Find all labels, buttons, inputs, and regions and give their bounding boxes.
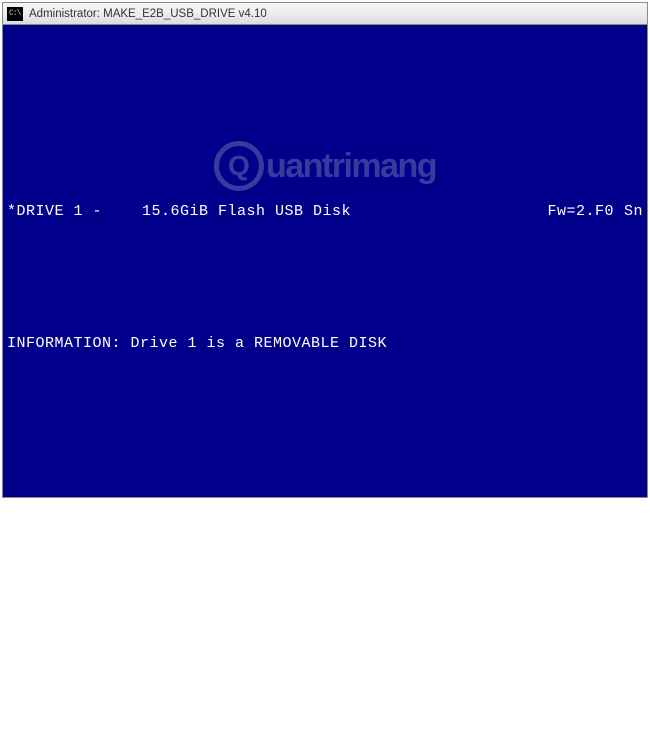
window-title: Administrator: MAKE_E2B_USB_DRIVE v4.10 [29,8,267,20]
window-titlebar[interactable]: C:\ Administrator: MAKE_E2B_USB_DRIVE v4… [3,3,647,25]
warning-line: WARNING: ALL PARTITIONS ON DRIVE 1 WILL … [3,531,647,553]
blank-line [3,135,647,157]
blank-line [3,597,647,619]
confirm-prompt: Are you sure it is OK to format DRIVE 1 … [3,663,647,685]
drive-serial: Sn [624,201,643,223]
drive-firmware: Fw=2.F0 [547,201,624,223]
blank-line [3,465,647,487]
console-output[interactable]: *DRIVE 1 - 15.6GiB Flash USB Disk Fw=2.F… [3,25,647,729]
blank-line [3,399,647,421]
cmd-window: C:\ Administrator: MAKE_E2B_USB_DRIVE v4… [2,2,648,498]
drive-label: *DRIVE 1 - [7,201,102,223]
blank-line [3,267,647,289]
blank-line [3,69,647,91]
drive-info-line: *DRIVE 1 - 15.6GiB Flash USB Disk Fw=2.F… [3,201,647,223]
info-line: INFORMATION: Drive 1 is a REMOVABLE DISK [3,333,647,355]
drive-size: 15.6GiB Flash USB Disk [142,201,351,223]
cmd-icon: C:\ [7,7,23,21]
